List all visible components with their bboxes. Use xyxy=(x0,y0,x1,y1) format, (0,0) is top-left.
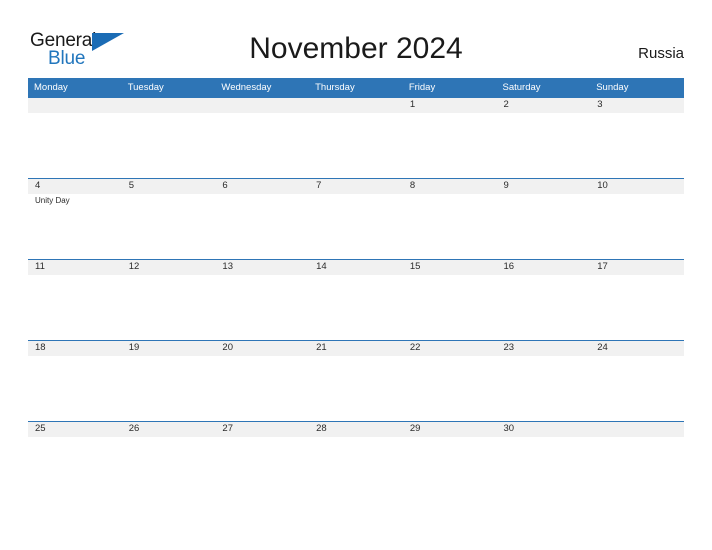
day-cell[interactable]: 13 xyxy=(215,259,309,340)
calendar-week-row: 4 Unity Day 5 6 7 8 9 10 xyxy=(28,178,684,259)
day-cell[interactable]: 17 xyxy=(590,259,684,340)
day-cell[interactable]: 11 xyxy=(28,259,122,340)
calendar-week-row: 25 26 27 28 29 30 xyxy=(28,421,684,502)
day-number: 20 xyxy=(222,342,233,353)
day-number: 27 xyxy=(222,423,233,434)
calendar-page: General Blue November 2024 Russia Monday… xyxy=(0,0,712,550)
calendar-grid: Monday Tuesday Wednesday Thursday Friday… xyxy=(28,78,684,502)
day-cell[interactable]: 5 xyxy=(122,178,216,259)
day-number: 15 xyxy=(409,261,421,272)
day-cell[interactable]: 9 xyxy=(497,178,591,259)
day-cell[interactable] xyxy=(309,97,403,178)
day-number: 3 xyxy=(597,99,603,110)
day-cell[interactable]: 21 xyxy=(309,340,403,421)
page-title: November 2024 xyxy=(249,32,463,65)
day-cell[interactable]: 25 xyxy=(28,421,122,502)
day-cell[interactable]: 8 xyxy=(403,178,497,259)
page-header: General Blue November 2024 Russia xyxy=(0,0,712,78)
day-cell[interactable]: 16 xyxy=(497,259,591,340)
day-number: 11 xyxy=(35,261,45,272)
day-cell[interactable]: 26 xyxy=(122,421,216,502)
day-cell[interactable] xyxy=(28,97,122,178)
day-number: 6 xyxy=(222,180,228,191)
day-number: 16 xyxy=(503,261,515,272)
calendar-week-row: 11 12 13 14 15 16 17 xyxy=(28,259,684,340)
day-cell[interactable]: 7 xyxy=(309,178,403,259)
day-number: 5 xyxy=(128,180,134,191)
calendar-week-row: 18 19 20 21 22 23 24 xyxy=(28,340,684,421)
day-number: 19 xyxy=(128,342,140,353)
day-number: 17 xyxy=(597,261,608,272)
day-cell[interactable]: 24 xyxy=(590,340,684,421)
day-number: 1 xyxy=(409,99,416,110)
day-cell[interactable]: 28 xyxy=(309,421,403,502)
calendar-week-row: 1 2 3 xyxy=(28,97,684,178)
day-cell[interactable] xyxy=(215,97,309,178)
day-number: 4 xyxy=(35,180,41,191)
day-cell[interactable]: 23 xyxy=(497,340,591,421)
day-cell[interactable]: 18 xyxy=(28,340,122,421)
day-number: 25 xyxy=(35,423,46,434)
day-cell[interactable]: 4 Unity Day xyxy=(28,178,122,259)
day-number: 8 xyxy=(409,180,416,191)
day-events: Unity Day xyxy=(35,195,121,206)
day-cell[interactable]: 27 xyxy=(215,421,309,502)
day-number: 21 xyxy=(316,342,327,353)
day-number: 7 xyxy=(316,180,322,191)
weekday-header-wednesday: Wednesday xyxy=(221,82,272,93)
day-cell[interactable]: 10 xyxy=(590,178,684,259)
day-number: 24 xyxy=(597,342,608,353)
day-cell[interactable]: 19 xyxy=(122,340,216,421)
day-number: 30 xyxy=(503,423,515,434)
day-number: 29 xyxy=(409,423,421,434)
weekday-header-thursday: Thursday xyxy=(315,82,355,93)
weekday-header-tuesday: Tuesday xyxy=(127,82,164,93)
day-number: 28 xyxy=(316,423,327,434)
weekday-header-saturday: Saturday xyxy=(502,82,541,93)
day-number: 13 xyxy=(222,261,233,272)
weekday-header-row: Monday Tuesday Wednesday Thursday Friday… xyxy=(28,78,684,97)
day-number: 22 xyxy=(409,342,421,353)
day-number: 2 xyxy=(503,99,509,110)
weekday-header-sunday: Sunday xyxy=(596,82,629,93)
day-cell[interactable]: 12 xyxy=(122,259,216,340)
day-number: 9 xyxy=(503,180,509,191)
day-cell[interactable]: 30 xyxy=(497,421,591,502)
day-cell[interactable]: 6 xyxy=(215,178,309,259)
day-number: 23 xyxy=(503,342,515,353)
day-cell[interactable]: 22 xyxy=(403,340,497,421)
day-cell[interactable]: 1 xyxy=(403,97,497,178)
country-label: Russia xyxy=(638,45,684,62)
day-number: 14 xyxy=(316,261,327,272)
day-number: 10 xyxy=(597,180,608,191)
day-cell[interactable] xyxy=(590,421,684,502)
day-cell[interactable]: 3 xyxy=(590,97,684,178)
day-number: 12 xyxy=(128,261,140,272)
day-cell[interactable]: 14 xyxy=(309,259,403,340)
day-cell[interactable]: 2 xyxy=(497,97,591,178)
weekday-header-monday: Monday xyxy=(34,82,68,93)
weekday-header-friday: Friday xyxy=(408,82,436,93)
day-cell[interactable]: 20 xyxy=(215,340,309,421)
day-number: 18 xyxy=(35,342,46,353)
day-cell[interactable] xyxy=(122,97,216,178)
event-label: Unity Day xyxy=(35,196,70,205)
day-cell[interactable]: 15 xyxy=(403,259,497,340)
day-cell[interactable]: 29 xyxy=(403,421,497,502)
day-number: 26 xyxy=(128,423,140,434)
